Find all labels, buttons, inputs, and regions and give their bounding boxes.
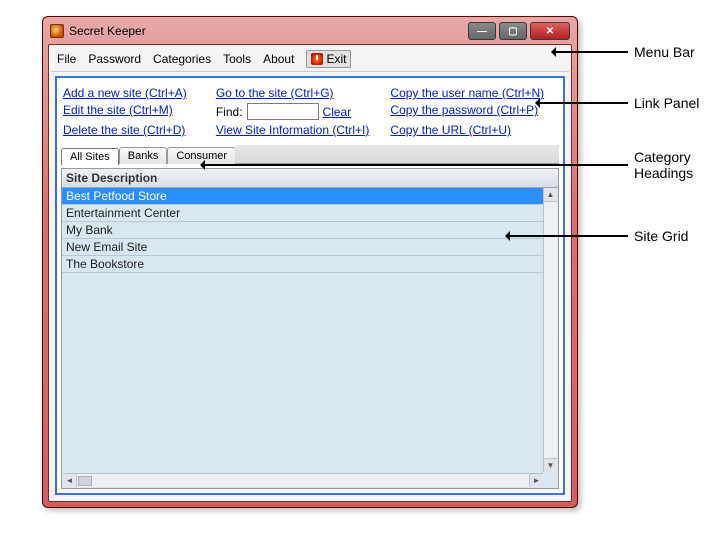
main-panel: Add a new site (Ctrl+A) Go to the site (… bbox=[55, 76, 565, 495]
link-clear[interactable]: Clear bbox=[323, 105, 352, 119]
titlebar[interactable]: Secret Keeper — ▢ ✕ bbox=[48, 22, 572, 44]
scroll-down-icon[interactable]: ▼ bbox=[544, 458, 557, 472]
link-edit-site[interactable]: Edit the site (Ctrl+M) bbox=[63, 103, 208, 120]
link-add-site[interactable]: Add a new site (Ctrl+A) bbox=[63, 86, 208, 100]
app-window: Secret Keeper — ▢ ✕ File Password Catego… bbox=[42, 16, 578, 508]
minimize-button[interactable]: — bbox=[468, 22, 496, 40]
link-panel: Add a new site (Ctrl+A) Go to the site (… bbox=[61, 82, 559, 143]
scroll-up-icon[interactable]: ▲ bbox=[544, 188, 557, 202]
annotation-linkpanel: Link Panel bbox=[540, 95, 699, 111]
menu-bar: File Password Categories Tools About Exi… bbox=[51, 47, 569, 72]
link-delete-site[interactable]: Delete the site (Ctrl+D) bbox=[63, 123, 208, 137]
menu-about[interactable]: About bbox=[263, 52, 294, 66]
tab-all-sites[interactable]: All Sites bbox=[61, 148, 119, 165]
table-row[interactable]: My Bank bbox=[62, 222, 543, 239]
app-icon bbox=[50, 24, 64, 38]
window-title: Secret Keeper bbox=[69, 24, 468, 38]
table-row[interactable]: The Bookstore bbox=[62, 256, 543, 273]
exit-button[interactable]: Exit bbox=[306, 50, 351, 68]
menu-categories[interactable]: Categories bbox=[153, 52, 211, 66]
power-icon bbox=[311, 53, 323, 65]
close-button[interactable]: ✕ bbox=[530, 22, 570, 40]
find-label: Find: bbox=[216, 105, 243, 119]
menu-password[interactable]: Password bbox=[88, 52, 141, 66]
menu-tools[interactable]: Tools bbox=[223, 52, 251, 66]
annotation-menubar: Menu Bar bbox=[556, 44, 695, 60]
exit-label: Exit bbox=[326, 52, 346, 66]
horizontal-scrollbar[interactable]: ◄ ► bbox=[63, 473, 543, 487]
annotation-categories: Category Headings bbox=[205, 149, 693, 181]
find-input[interactable] bbox=[247, 103, 319, 120]
client-area: File Password Categories Tools About Exi… bbox=[48, 44, 572, 502]
table-row[interactable]: Entertainment Center bbox=[62, 205, 543, 222]
tab-banks[interactable]: Banks bbox=[119, 147, 168, 164]
link-view-info[interactable]: View Site Information (Ctrl+I) bbox=[216, 123, 383, 137]
hscroll-thumb[interactable] bbox=[78, 476, 92, 486]
scroll-left-icon[interactable]: ◄ bbox=[63, 474, 77, 487]
site-grid: Site Description Best Petfood StoreEnter… bbox=[61, 168, 559, 489]
menu-file[interactable]: File bbox=[57, 52, 76, 66]
table-row[interactable]: Best Petfood Store bbox=[62, 188, 543, 205]
annotation-sitegrid: Site Grid bbox=[510, 228, 688, 244]
table-row[interactable]: New Email Site bbox=[62, 239, 543, 256]
grid-body[interactable]: Best Petfood StoreEntertainment CenterMy… bbox=[62, 188, 543, 488]
scroll-right-icon[interactable]: ► bbox=[529, 474, 543, 487]
link-copy-url[interactable]: Copy the URL (Ctrl+U) bbox=[390, 123, 557, 137]
maximize-button[interactable]: ▢ bbox=[499, 22, 527, 40]
link-go-site[interactable]: Go to the site (Ctrl+G) bbox=[216, 86, 383, 100]
